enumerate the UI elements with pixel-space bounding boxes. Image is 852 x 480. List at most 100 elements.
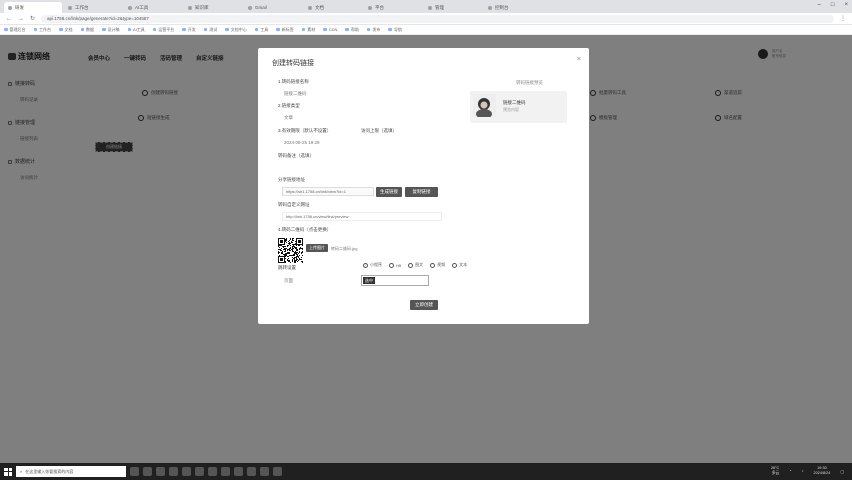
bookmark-icon — [80, 27, 84, 32]
favicon-icon — [68, 5, 72, 10]
taskbar-search[interactable]: ⌕ 在这里输入你要搜索的内容 — [16, 466, 126, 477]
type-field[interactable]: 文章 — [284, 115, 293, 121]
bookmark-icon — [323, 27, 327, 32]
bookmark-item[interactable]: 帮助 — [345, 27, 359, 33]
bookmark-item[interactable]: 设计稿 — [102, 27, 120, 33]
bookmark-item[interactable]: 新标签 — [276, 27, 294, 33]
url-input[interactable]: api.1758.cn/link/page/generate?id=2&type… — [41, 14, 834, 23]
app-icon[interactable] — [221, 467, 230, 476]
date-field[interactable]: 2024-08-25 19:29 — [284, 140, 320, 145]
favicon-icon — [428, 5, 432, 10]
minimize-icon[interactable]: – — [818, 2, 821, 8]
bookmark-icon — [345, 27, 349, 32]
bookmark-icon — [59, 27, 63, 32]
browser-tab[interactable]: 工作台 — [64, 2, 122, 13]
browser-tab[interactable]: 知识库 — [184, 2, 242, 13]
favicon-icon — [368, 5, 372, 10]
radio-checked-icon — [363, 262, 368, 268]
radio-option[interactable]: H5 — [389, 262, 401, 268]
radio-icon — [408, 262, 414, 268]
app-icon[interactable] — [234, 467, 243, 476]
radio-option[interactable]: 视频 — [430, 262, 445, 268]
bookmark-item[interactable]: 运营平台 — [152, 27, 174, 33]
browser-tab[interactable]: AI工具 — [124, 2, 182, 13]
browser-tab[interactable]: 控制台 — [484, 2, 542, 13]
browser-tab[interactable]: Gmail — [244, 2, 302, 13]
app-icon[interactable] — [208, 467, 217, 476]
custom-url-input[interactable]: http://link.1758.cn/view/link/preview — [282, 212, 442, 221]
back-icon[interactable]: ← — [6, 16, 12, 22]
app-icon[interactable] — [260, 467, 269, 476]
bookmark-item[interactable]: 工作台 — [33, 27, 51, 33]
maximize-icon[interactable]: □ — [831, 2, 835, 8]
bookmark-icon — [182, 27, 186, 32]
radio-option[interactable]: 图文 — [408, 262, 423, 268]
bookmark-item[interactable]: CDN — [323, 27, 337, 32]
system-tray: 28°C 多云 ◔ ♪ 19:30 2024/8/24 ▢ — [771, 466, 844, 476]
task-view-icon[interactable] — [130, 467, 139, 476]
bookmark-item[interactable]: 开发 — [182, 27, 196, 33]
radio-option[interactable]: 文本 — [452, 262, 467, 268]
bookmark-icon — [225, 27, 229, 32]
browser-icon[interactable] — [143, 467, 152, 476]
submit-button[interactable]: 立即创建 — [410, 300, 438, 310]
close-window-icon[interactable]: × — [844, 2, 848, 8]
page-label: 页面 — [284, 278, 293, 283]
network-icon[interactable]: ◔ — [789, 469, 791, 473]
mode-radio-group: 小程序 H5 图文 视频 文本 — [363, 262, 467, 268]
bookmark-item[interactable]: 导航 — [388, 27, 402, 33]
qr-label: 4.转码二维码（点击更换） — [278, 227, 332, 232]
bookmark-item[interactable]: 素材 — [301, 27, 315, 33]
close-icon[interactable]: × — [577, 56, 581, 63]
start-icon[interactable] — [4, 467, 12, 476]
bookmark-icon — [366, 27, 371, 32]
browser-tab[interactable]: 文档 — [304, 2, 362, 13]
file-explorer-icon[interactable] — [156, 467, 165, 476]
selected-text-input[interactable]: 选中 — [361, 275, 429, 286]
notification-icon[interactable]: ▢ — [840, 469, 844, 474]
favicon-icon — [128, 5, 132, 10]
dialog-title: 创建转码链接 — [272, 60, 314, 67]
bookmark-item[interactable]: 发布 — [366, 27, 380, 33]
chrome-icon[interactable] — [182, 467, 191, 476]
generate-link-button[interactable]: 生成链接 — [376, 187, 402, 197]
bookmark-icon — [301, 27, 306, 32]
bookmark-item[interactable]: 文档中心 — [225, 27, 247, 33]
menu-icon[interactable]: ⋮ — [840, 15, 846, 22]
bookmark-item[interactable]: 文档 — [59, 27, 73, 33]
app-icon[interactable] — [247, 467, 256, 476]
qr-code-image[interactable] — [278, 238, 303, 263]
window-controls: – □ × — [818, 2, 848, 8]
bookmark-item[interactable]: 数据 — [80, 27, 94, 33]
name-field[interactable]: 链接二维码 — [284, 91, 307, 97]
type-label: 2.链接类型 — [278, 103, 300, 108]
copy-link-button[interactable]: 复制链接 — [405, 187, 438, 197]
reload-icon[interactable]: ↻ — [30, 15, 35, 22]
bookmark-item[interactable]: 工具 — [254, 27, 268, 33]
bookmark-icon — [203, 27, 208, 32]
bookmark-item[interactable]: 管理后台 — [4, 27, 26, 33]
edge-icon[interactable] — [169, 467, 178, 476]
browser-tab[interactable]: 管理 — [424, 2, 482, 13]
radio-icon — [430, 262, 436, 268]
weather-widget[interactable]: 28°C 多云 — [771, 466, 779, 476]
app-icon[interactable] — [273, 467, 282, 476]
bookmark-icon — [33, 27, 37, 32]
radio-option[interactable]: 小程序 — [363, 262, 382, 268]
bookmark-icon — [102, 27, 106, 32]
browser-tab[interactable]: 研发 — [4, 2, 62, 13]
forward-icon[interactable]: → — [18, 16, 24, 22]
volume-icon[interactable]: ♪ — [802, 469, 804, 473]
search-icon: ⌕ — [20, 469, 23, 474]
share-url-input[interactable]: https://sh1.1758.cn/link/view?id=1 — [282, 187, 374, 196]
wechat-icon[interactable] — [195, 467, 204, 476]
upload-qr-button[interactable]: 上传图片 — [306, 244, 328, 252]
browser-tab[interactable]: 平台 — [364, 2, 422, 13]
qr-filename: 转码二维码.jpg — [331, 246, 358, 251]
bookmark-item[interactable]: AI工具 — [127, 27, 145, 33]
clock[interactable]: 19:30 2024/8/24 — [814, 466, 831, 476]
preview-card: 链接二维码 预览内容 — [470, 91, 567, 123]
bookmark-item[interactable]: 测试 — [203, 27, 217, 33]
bookmark-icon — [388, 27, 392, 32]
date-label: 3.有效期限（默认不设置） — [278, 128, 332, 133]
